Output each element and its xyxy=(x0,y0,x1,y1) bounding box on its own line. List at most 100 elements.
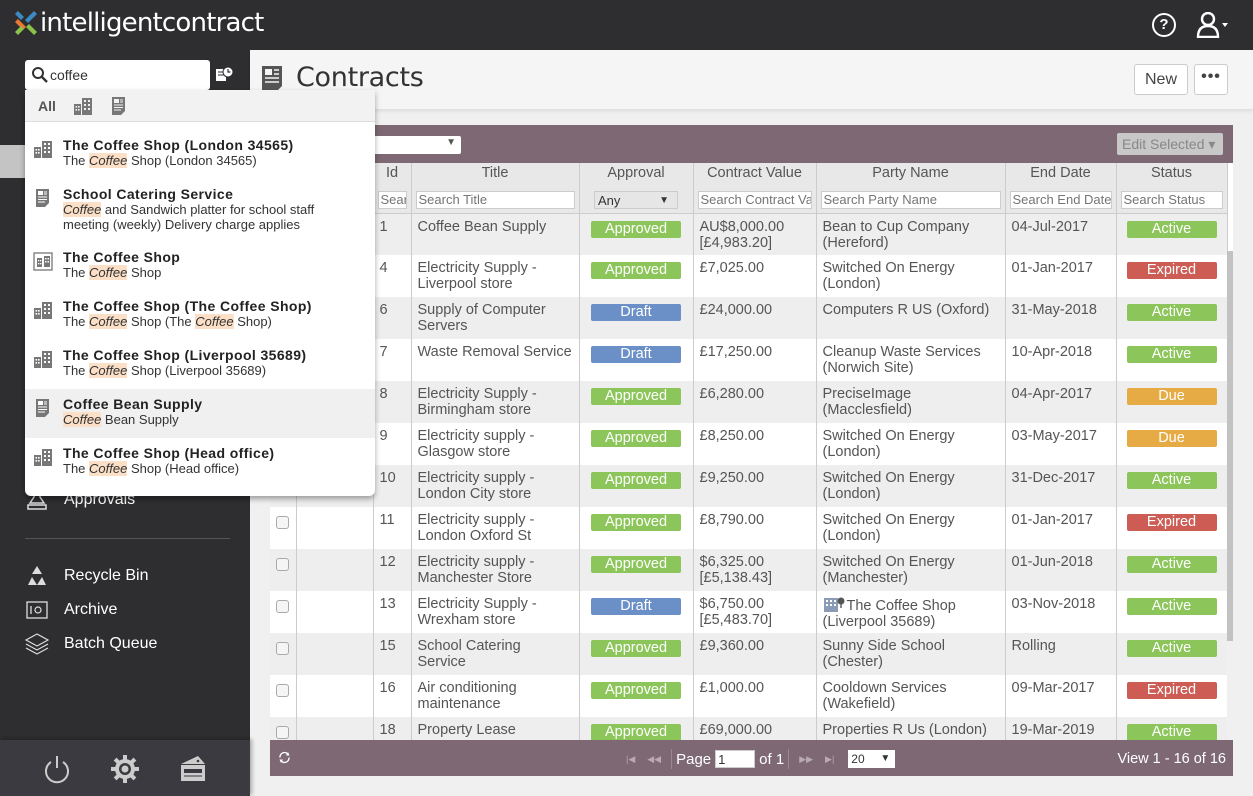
power-icon[interactable] xyxy=(42,754,72,784)
sidebar-item-batch-queue[interactable]: Batch Queue xyxy=(24,632,157,656)
search-tab-all[interactable]: All xyxy=(38,98,56,114)
search-input[interactable] xyxy=(50,64,205,86)
row-checkbox[interactable] xyxy=(276,642,289,655)
column-header-status[interactable]: Status xyxy=(1116,163,1228,185)
contract-title[interactable]: Coffee Bean Supply xyxy=(418,219,547,235)
table-row[interactable]: 12 Electricity supply - Manchester Store A… xyxy=(270,549,1228,591)
building-icon[interactable] xyxy=(73,96,93,116)
search-result-item[interactable]: School Catering Service Coffee and Sandwi… xyxy=(25,179,375,242)
contract-title[interactable]: Electricity Supply - Birmingham store xyxy=(418,386,537,418)
scrollbar-thumb[interactable] xyxy=(1227,251,1233,641)
view-records-info: View 1 - 16 of 16 xyxy=(1117,751,1226,767)
title-cell[interactable]: Electricity supply - London City store xyxy=(411,465,580,507)
logo[interactable]: intelligentcontract xyxy=(14,8,264,38)
ticket-icon[interactable] xyxy=(178,754,208,784)
table-row[interactable]: 4 Electricity Supply - Liverpool store App… xyxy=(270,255,1228,297)
table-row[interactable]: 18 Property Lease Approved £69,000.00 Proper… xyxy=(270,717,1228,740)
title-cell[interactable]: Electricity supply - Manchester Store xyxy=(411,549,580,591)
building-info-icon[interactable] xyxy=(823,596,845,612)
search-result-item[interactable]: Coffee Bean Supply Coffee Bean Supply xyxy=(25,389,375,438)
table-row[interactable]: 11 Electricity supply - London Oxford St A… xyxy=(270,507,1228,549)
contract-value-filter-input[interactable] xyxy=(697,190,812,209)
next-page-icon[interactable]: ▶▶ xyxy=(799,754,813,765)
grid-scrollbar[interactable] xyxy=(1227,251,1233,740)
settings-gear-icon[interactable] xyxy=(110,754,140,784)
contract-title[interactable]: Electricity Supply - Wrexham store xyxy=(418,596,537,628)
row-checkbox[interactable] xyxy=(276,600,289,613)
title-cell[interactable]: Property Lease xyxy=(411,717,580,740)
title-cell[interactable]: Electricity Supply - Liverpool store xyxy=(411,255,580,297)
title-cell[interactable]: School Catering Service xyxy=(411,633,580,675)
document-icon[interactable] xyxy=(109,96,129,116)
column-header-id[interactable]: Id xyxy=(373,163,412,185)
contract-title[interactable]: Supply of Computer Servers xyxy=(418,302,546,334)
title-cell[interactable]: Electricity Supply - Birmingham store xyxy=(411,381,580,423)
global-search[interactable] xyxy=(25,60,210,90)
filter-cell xyxy=(1005,185,1117,214)
column-header-title[interactable]: Title xyxy=(411,163,580,185)
contract-title[interactable]: Waste Removal Service xyxy=(418,344,572,360)
title-cell[interactable]: Electricity Supply - Wrexham store xyxy=(411,591,580,633)
help-icon[interactable]: ? xyxy=(1152,13,1176,37)
end-date-filter-input[interactable] xyxy=(1009,190,1112,209)
sidebar-item-archive[interactable]: Archive xyxy=(24,598,117,622)
table-row[interactable]: 6 Supply of Computer Servers Draft £24,000.… xyxy=(270,297,1228,339)
search-icon xyxy=(32,67,48,83)
table-row[interactable]: 10 Electricity supply - London City store… xyxy=(270,465,1228,507)
approval-filter-select[interactable]: Any ▼ xyxy=(594,190,678,209)
party-name-filter-input[interactable] xyxy=(820,190,1001,209)
title-cell[interactable]: Electricity supply - Glasgow store xyxy=(411,423,580,465)
last-page-icon[interactable]: ▶| xyxy=(825,754,834,765)
contract-title[interactable]: Electricity supply - Glasgow store xyxy=(418,428,535,460)
column-header-approval[interactable]: Approval xyxy=(579,163,694,185)
row-checkbox[interactable] xyxy=(276,516,289,529)
table-row[interactable]: 1 Coffee Bean Supply Approved AU$8,000.00 [… xyxy=(270,213,1228,255)
title-cell[interactable]: Waste Removal Service xyxy=(411,339,580,381)
page-size-select[interactable]: 20 ▼ xyxy=(848,750,896,768)
contract-title[interactable]: Property Lease xyxy=(418,722,516,738)
contract-title[interactable]: Electricity supply - London City store xyxy=(418,470,535,502)
column-header-end-date[interactable]: End Date xyxy=(1005,163,1117,185)
row-checkbox[interactable] xyxy=(276,726,289,739)
row-checkbox[interactable] xyxy=(276,684,289,697)
contract-title[interactable]: Electricity supply - Manchester Store xyxy=(418,554,535,586)
title-cell[interactable]: Air conditioning maintenance xyxy=(411,675,580,717)
row-checkbox[interactable] xyxy=(276,558,289,571)
search-result-item[interactable]: The Coffee Shop (Liverpool 35689) The Cof… xyxy=(25,340,375,389)
status-filter-input[interactable] xyxy=(1120,190,1223,209)
prev-page-icon[interactable]: ◀◀ xyxy=(647,754,661,765)
table-row[interactable]: 8 Electricity Supply - Birmingham store Ap… xyxy=(270,381,1228,423)
first-page-icon[interactable]: |◀ xyxy=(626,754,635,765)
table-row[interactable]: 13 Electricity Supply - Wrexham store Draf… xyxy=(270,591,1228,633)
approval-cell: Approved xyxy=(579,675,694,717)
contract-title[interactable]: School Catering Service xyxy=(418,638,521,670)
table-row[interactable]: 15 School Catering Service Approved £9,360.… xyxy=(270,633,1228,675)
user-menu-icon[interactable] xyxy=(1196,12,1230,38)
edit-selected-button[interactable]: Edit Selected ▾ xyxy=(1117,133,1223,155)
table-row[interactable]: 9 Electricity supply - Glasgow store Appro… xyxy=(270,423,1228,465)
contract-title[interactable]: Electricity supply - London Oxford St xyxy=(418,512,535,544)
recent-documents-icon[interactable] xyxy=(216,66,234,82)
search-result-item[interactable]: The Coffee Shop The Coffee Shop xyxy=(25,242,375,291)
search-result-item[interactable]: The Coffee Shop (The Coffee Shop) The Cof… xyxy=(25,291,375,340)
title-cell[interactable]: Coffee Bean Supply xyxy=(411,213,580,255)
new-contract-button[interactable]: New xyxy=(1134,64,1188,95)
search-result-item[interactable]: The Coffee Shop (London 34565) The Coffee… xyxy=(25,130,375,179)
page-number-input[interactable] xyxy=(715,750,756,768)
column-header-contract-value[interactable]: Contract Value xyxy=(693,163,817,185)
refresh-icon[interactable] xyxy=(278,751,291,764)
title-cell[interactable]: Supply of Computer Servers xyxy=(411,297,580,339)
title-filter-input[interactable] xyxy=(415,190,575,209)
search-result-item[interactable]: The Coffee Shop (Head office) The Coffee … xyxy=(25,438,375,487)
id-filter-input[interactable] xyxy=(377,190,407,209)
search-term-highlight: Coffee xyxy=(89,153,128,168)
table-row[interactable]: 16 Air conditioning maintenance Approved £1… xyxy=(270,675,1228,717)
column-header-party-name[interactable]: Party Name xyxy=(816,163,1006,185)
result-subtitle: Coffee Bean Supply xyxy=(63,412,363,427)
table-row[interactable]: 7 Waste Removal Service Draft £17,250.00 Cle… xyxy=(270,339,1228,381)
more-actions-button[interactable]: ••• xyxy=(1194,64,1228,95)
contract-title[interactable]: Air conditioning maintenance xyxy=(418,680,517,712)
sidebar-item-recycle-bin[interactable]: Recycle Bin xyxy=(24,564,148,588)
contract-title[interactable]: Electricity Supply - Liverpool store xyxy=(418,260,537,292)
title-cell[interactable]: Electricity supply - London Oxford St xyxy=(411,507,580,549)
